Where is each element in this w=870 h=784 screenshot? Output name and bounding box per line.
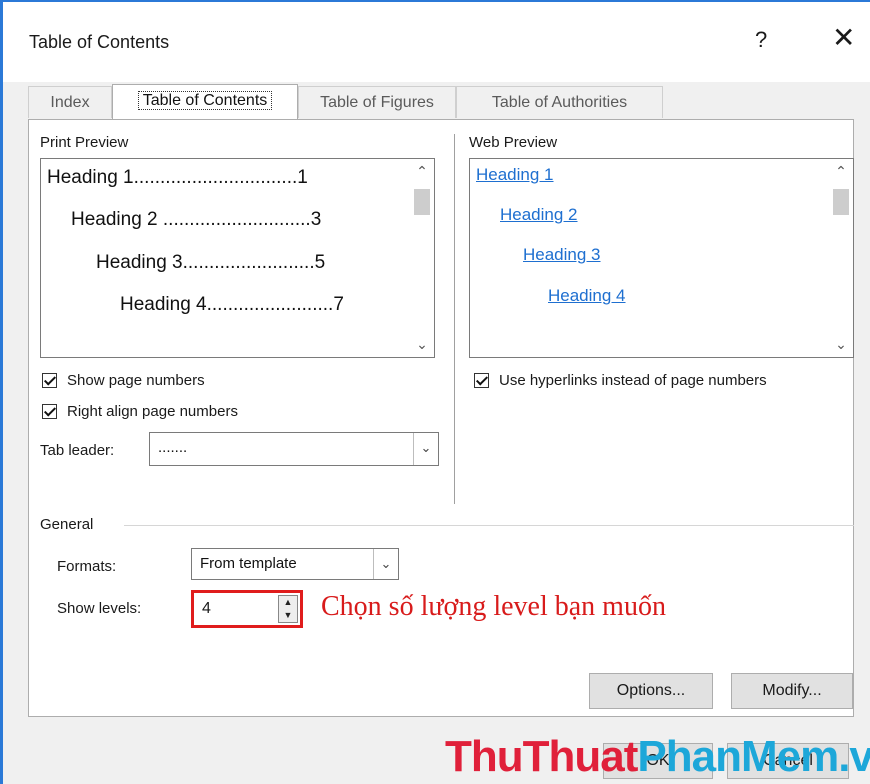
web-preview-link-1[interactable]: Heading 1 [476, 165, 554, 185]
print-preview-label: Print Preview [40, 134, 129, 151]
tab-index[interactable]: Index [28, 86, 112, 118]
web-preview-scrollbar[interactable]: ⌃ ⌄ [829, 159, 853, 357]
table-of-contents-dialog: Table of Contents ? ✕ Index Table of Con… [0, 0, 870, 784]
print-preview-line-3: Heading 3.........................5 [96, 252, 326, 273]
show-levels-stepper[interactable]: 4 ▲ ▼ [191, 590, 303, 628]
show-levels-label: Show levels: [57, 600, 142, 617]
stepper-buttons[interactable]: ▲ ▼ [278, 595, 298, 623]
modify-button[interactable]: Modify... [731, 673, 853, 709]
watermark-part-2: PhanMem.vn [637, 732, 870, 781]
annotation-text: Chọn số lượng level bạn muốn [321, 591, 666, 622]
print-preview-box: Heading 1...............................… [40, 158, 435, 358]
chevron-up-icon[interactable]: ⌃ [410, 163, 434, 180]
print-preview-scrollbar[interactable]: ⌃ ⌄ [410, 159, 434, 357]
chevron-down-icon[interactable]: ⌄ [373, 549, 398, 579]
right-align-checkbox[interactable] [42, 404, 57, 419]
tab-leader-value: ....... [158, 439, 188, 456]
formats-label: Formats: [57, 558, 117, 575]
right-align-label: Right align page numbers [67, 403, 238, 420]
web-preview-label: Web Preview [469, 134, 558, 151]
watermark-part-1: ThuThuat [445, 732, 638, 781]
print-preview-line-2: Heading 2 ............................3 [71, 209, 322, 230]
tab-table-of-contents[interactable]: Table of Contents [112, 84, 298, 120]
watermark-logo: ThuThuatPhanMem.vn [445, 732, 870, 782]
formats-value: From template [200, 555, 297, 572]
use-hyperlinks-checkbox[interactable] [474, 373, 489, 388]
tab-leader-select[interactable]: ....... ⌄ [149, 432, 439, 466]
dialog-title: Table of Contents [29, 32, 170, 52]
show-page-numbers-label: Show page numbers [67, 372, 205, 389]
print-preview-line-1: Heading 1...............................… [47, 167, 308, 188]
title-bar: Table of Contents ? ✕ [3, 2, 870, 82]
general-separator [124, 525, 854, 526]
tab-table-of-contents-label: Table of Contents [137, 91, 273, 110]
tab-table-of-authorities[interactable]: Table of Authorities [456, 86, 663, 118]
use-hyperlinks-label: Use hyperlinks instead of page numbers [499, 372, 767, 389]
web-preview-link-3[interactable]: Heading 3 [523, 245, 601, 265]
show-levels-value[interactable]: 4 [202, 600, 211, 618]
options-button[interactable]: Options... [589, 673, 713, 709]
show-page-numbers-checkbox[interactable] [42, 373, 57, 388]
tab-leader-label: Tab leader: [40, 442, 115, 459]
chevron-down-icon[interactable]: ⌄ [829, 336, 853, 353]
tab-table-of-figures[interactable]: Table of Figures [298, 86, 456, 118]
chevron-down-icon[interactable]: ⌄ [413, 433, 438, 465]
vertical-divider [454, 134, 455, 504]
scroll-thumb[interactable] [414, 189, 430, 215]
close-icon[interactable]: ✕ [832, 24, 855, 52]
tab-panel: Print Preview Heading 1.................… [28, 119, 854, 717]
scroll-thumb[interactable] [833, 189, 849, 215]
chevron-up-icon[interactable]: ⌃ [829, 163, 853, 180]
web-preview-link-4[interactable]: Heading 4 [548, 286, 626, 306]
help-icon[interactable]: ? [755, 27, 767, 53]
stepper-up-icon[interactable]: ▲ [279, 597, 297, 607]
chevron-down-icon[interactable]: ⌄ [410, 336, 434, 353]
print-preview-line-4: Heading 4........................7 [120, 294, 344, 315]
general-group-label: General [40, 516, 94, 533]
web-preview-link-2[interactable]: Heading 2 [500, 205, 578, 225]
web-preview-box: Heading 1 Heading 2 Heading 3 Heading 4 … [469, 158, 854, 358]
stepper-down-icon[interactable]: ▼ [279, 610, 297, 620]
formats-select[interactable]: From template ⌄ [191, 548, 399, 580]
